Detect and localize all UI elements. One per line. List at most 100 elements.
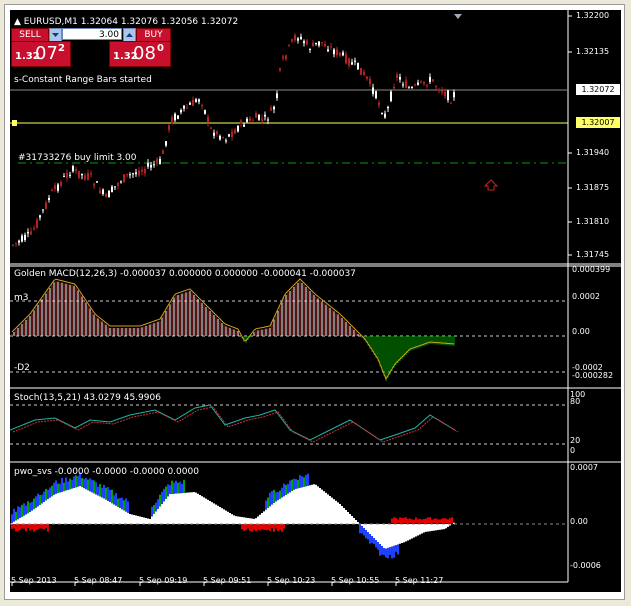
- candle-body: [303, 41, 305, 44]
- candle-body: [69, 174, 71, 176]
- candle-body: [414, 84, 416, 86]
- macd-label-m3: m3: [14, 293, 29, 303]
- candle-body: [249, 118, 251, 122]
- candle-body: [27, 232, 29, 234]
- candle-body: [366, 76, 368, 79]
- candle-body: [354, 60, 356, 62]
- stoch-level-label: 0: [570, 446, 576, 455]
- candle-body: [51, 190, 53, 192]
- price-level-label: 1.31810: [576, 217, 610, 226]
- candle-body: [147, 162, 149, 167]
- buy-price-box[interactable]: 1.32 08 0: [109, 41, 171, 67]
- candle-body: [375, 91, 377, 99]
- time-axis-label: 5 Sep 11:27: [395, 576, 444, 585]
- candle-body: [276, 93, 278, 98]
- lot-increase-button[interactable]: [123, 28, 136, 42]
- lot-size-input[interactable]: 3.00: [62, 28, 122, 40]
- pwo-level-label: 0.0007: [570, 463, 598, 472]
- candle-body: [339, 52, 341, 56]
- candle-body: [261, 118, 263, 121]
- candle-body: [252, 120, 254, 122]
- candle-body: [81, 173, 83, 176]
- candle-body: [300, 36, 302, 39]
- candle-body: [102, 189, 104, 194]
- candle-body: [315, 42, 317, 44]
- candle-body: [174, 113, 176, 121]
- candle-body: [417, 82, 419, 85]
- candle-body: [159, 158, 161, 164]
- candle-body: [258, 114, 260, 120]
- candle-body: [90, 173, 92, 175]
- pwo-level-label: 0.00: [570, 517, 588, 526]
- candle-body: [240, 120, 242, 124]
- candle-body: [87, 173, 89, 180]
- candle-body: [120, 181, 122, 183]
- stoch-title: Stoch(13,5,21) 43.0279 45.9906: [14, 393, 161, 403]
- line-price-label: 1.32007: [576, 117, 620, 128]
- chevron-down-icon: [52, 33, 59, 37]
- candle-body: [36, 219, 38, 228]
- macd-level-label: 0.000399: [572, 265, 611, 274]
- candle-body: [450, 102, 452, 104]
- candle-body: [306, 40, 308, 45]
- time-axis-label: 5 Sep 09:51: [203, 576, 252, 585]
- candle-body: [192, 99, 194, 106]
- candle-body: [243, 124, 245, 127]
- candle-body: [246, 118, 248, 122]
- sell-button[interactable]: SELL: [11, 28, 49, 42]
- price-level-label: 1.31875: [576, 183, 610, 192]
- candle-body: [108, 190, 110, 198]
- candle-body: [372, 87, 374, 94]
- order-label: #31733276 buy limit 3.00: [18, 153, 137, 163]
- candle-body: [216, 130, 218, 135]
- time-axis-label: 5 Sep 08:47: [74, 576, 123, 585]
- candle-body: [336, 49, 338, 56]
- candle-body: [291, 39, 293, 42]
- candle-body: [21, 235, 23, 242]
- sell-price-pip: 2: [58, 43, 65, 54]
- price-level-label: 1.32135: [576, 47, 610, 56]
- candle-body: [351, 62, 353, 65]
- candle-body: [126, 173, 128, 176]
- candle-body: [330, 46, 332, 48]
- macd-title: Golden MACD(12,26,3) -0.000037 0.000000 …: [14, 269, 356, 279]
- candle-body: [177, 115, 179, 119]
- candle-body: [18, 240, 20, 243]
- time-axis-label: 5 Sep 09:19: [139, 576, 188, 585]
- candle-body: [117, 183, 119, 186]
- candle-body: [309, 49, 311, 51]
- candle-body: [48, 198, 50, 201]
- candle-body: [105, 193, 107, 197]
- candle-body: [279, 68, 281, 71]
- candle-body: [141, 169, 143, 172]
- candle-body: [441, 90, 443, 93]
- time-axis-label: 5 Sep 2013: [11, 576, 57, 585]
- candle-body: [189, 102, 191, 105]
- candle-body: [345, 53, 347, 64]
- buy-button[interactable]: BUY: [136, 28, 171, 42]
- candle-body: [282, 56, 284, 59]
- time-axis-label: 5 Sep 10:23: [267, 576, 316, 585]
- candle-body: [393, 86, 395, 89]
- candle-body: [78, 170, 80, 178]
- candle-body: [348, 58, 350, 66]
- chart-canvas[interactable]: [10, 10, 621, 592]
- up-arrow-icon: [483, 179, 499, 191]
- chart-area[interactable]: [10, 10, 621, 592]
- price-level-label: 1.31940: [576, 148, 610, 157]
- status-text: s-Constant Range Bars started: [14, 75, 152, 85]
- candle-body: [165, 141, 167, 146]
- line-handle-left: [12, 120, 17, 126]
- candle-body: [402, 84, 404, 86]
- candle-body: [285, 55, 287, 60]
- candle-body: [360, 67, 362, 75]
- candle-body: [342, 52, 344, 56]
- sell-price-box[interactable]: 1.32 07 2: [11, 41, 71, 67]
- lot-decrease-button[interactable]: [49, 28, 62, 42]
- candle-body: [33, 228, 35, 230]
- candle-body: [84, 175, 86, 180]
- candle-body: [153, 164, 155, 166]
- candle-body: [432, 79, 434, 82]
- candle-body: [453, 92, 455, 98]
- candle-body: [99, 190, 101, 194]
